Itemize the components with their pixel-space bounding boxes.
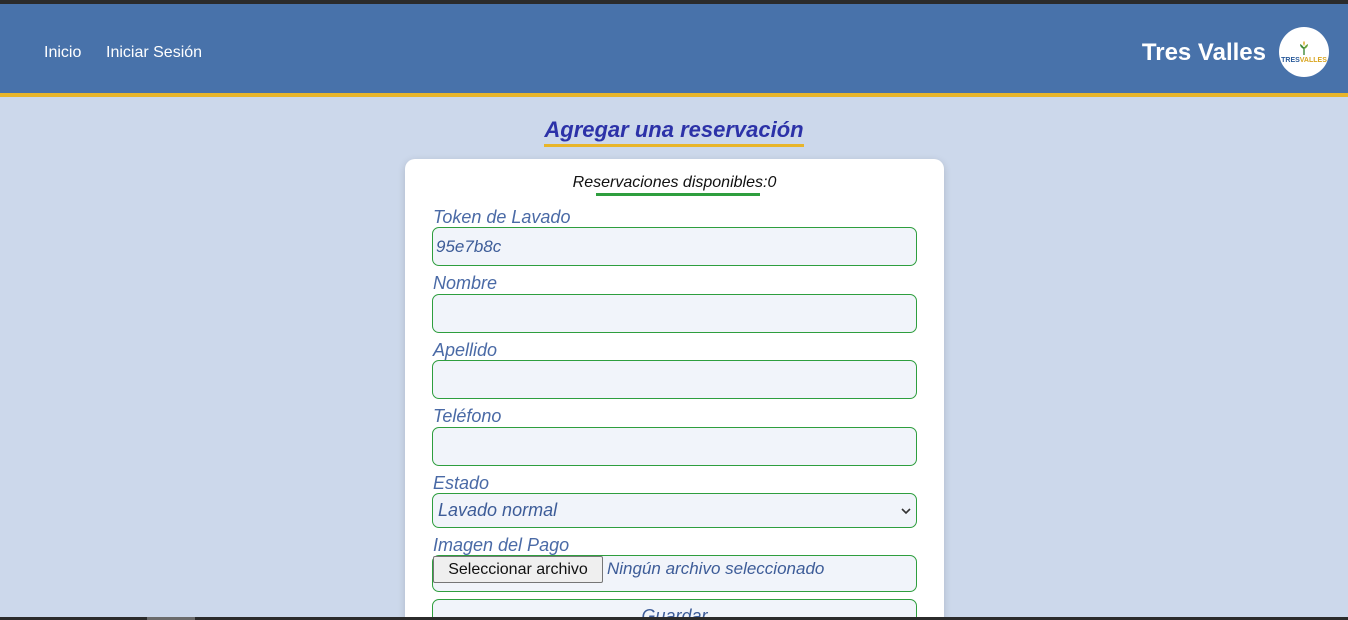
page-title-text: Agregar una reservación [544, 117, 804, 147]
nav-link-inicio[interactable]: Inicio [44, 44, 81, 62]
image-label: Imagen del Pago [433, 535, 570, 555]
page-title: Agregar una reservación [0, 117, 1348, 147]
name-label: Nombre [433, 273, 498, 293]
name-input[interactable] [432, 294, 917, 333]
chevron-down-icon [901, 508, 911, 515]
brand-name: Tres Valles [1141, 39, 1266, 66]
available-reservations: Reservaciones disponibles:0 [405, 174, 944, 192]
available-label: Reservaciones disponibles: [572, 174, 768, 191]
navbar-accent-border [0, 93, 1348, 97]
available-count: 0 [767, 174, 777, 191]
file-status-text: Ningún archivo seleccionado [607, 559, 825, 578]
status-select[interactable]: Lavado normal [432, 493, 917, 528]
phone-input[interactable] [432, 427, 917, 466]
tres-valles-logo[interactable]: TRESVALLES [1279, 27, 1329, 77]
token-label: Token de Lavado [433, 207, 571, 227]
select-file-button[interactable]: Seleccionar archivo [433, 556, 603, 583]
logo-text-valles: VALLES [1299, 56, 1327, 64]
lastname-input[interactable] [432, 360, 917, 399]
phone-label: Teléfono [433, 406, 502, 426]
nav-link-iniciar-sesion[interactable]: Iniciar Sesión [106, 44, 202, 62]
navbar: Inicio Iniciar Sesión Tres Valles TRESVA… [0, 4, 1348, 93]
logo-text-tres: TRES [1281, 56, 1300, 64]
available-underline [596, 193, 760, 196]
status-label: Estado [433, 473, 490, 493]
status-selected-value: Lavado normal [438, 500, 558, 520]
logo-text: TRESVALLES [1281, 57, 1327, 65]
token-input[interactable] [432, 227, 917, 266]
payment-image-file-input[interactable]: Seleccionar archivo Ningún archivo selec… [432, 555, 917, 592]
leaf-icon [1300, 40, 1308, 55]
lastname-label: Apellido [433, 340, 498, 360]
reservation-form-card: Reservaciones disponibles:0 Token de Lav… [405, 159, 944, 620]
